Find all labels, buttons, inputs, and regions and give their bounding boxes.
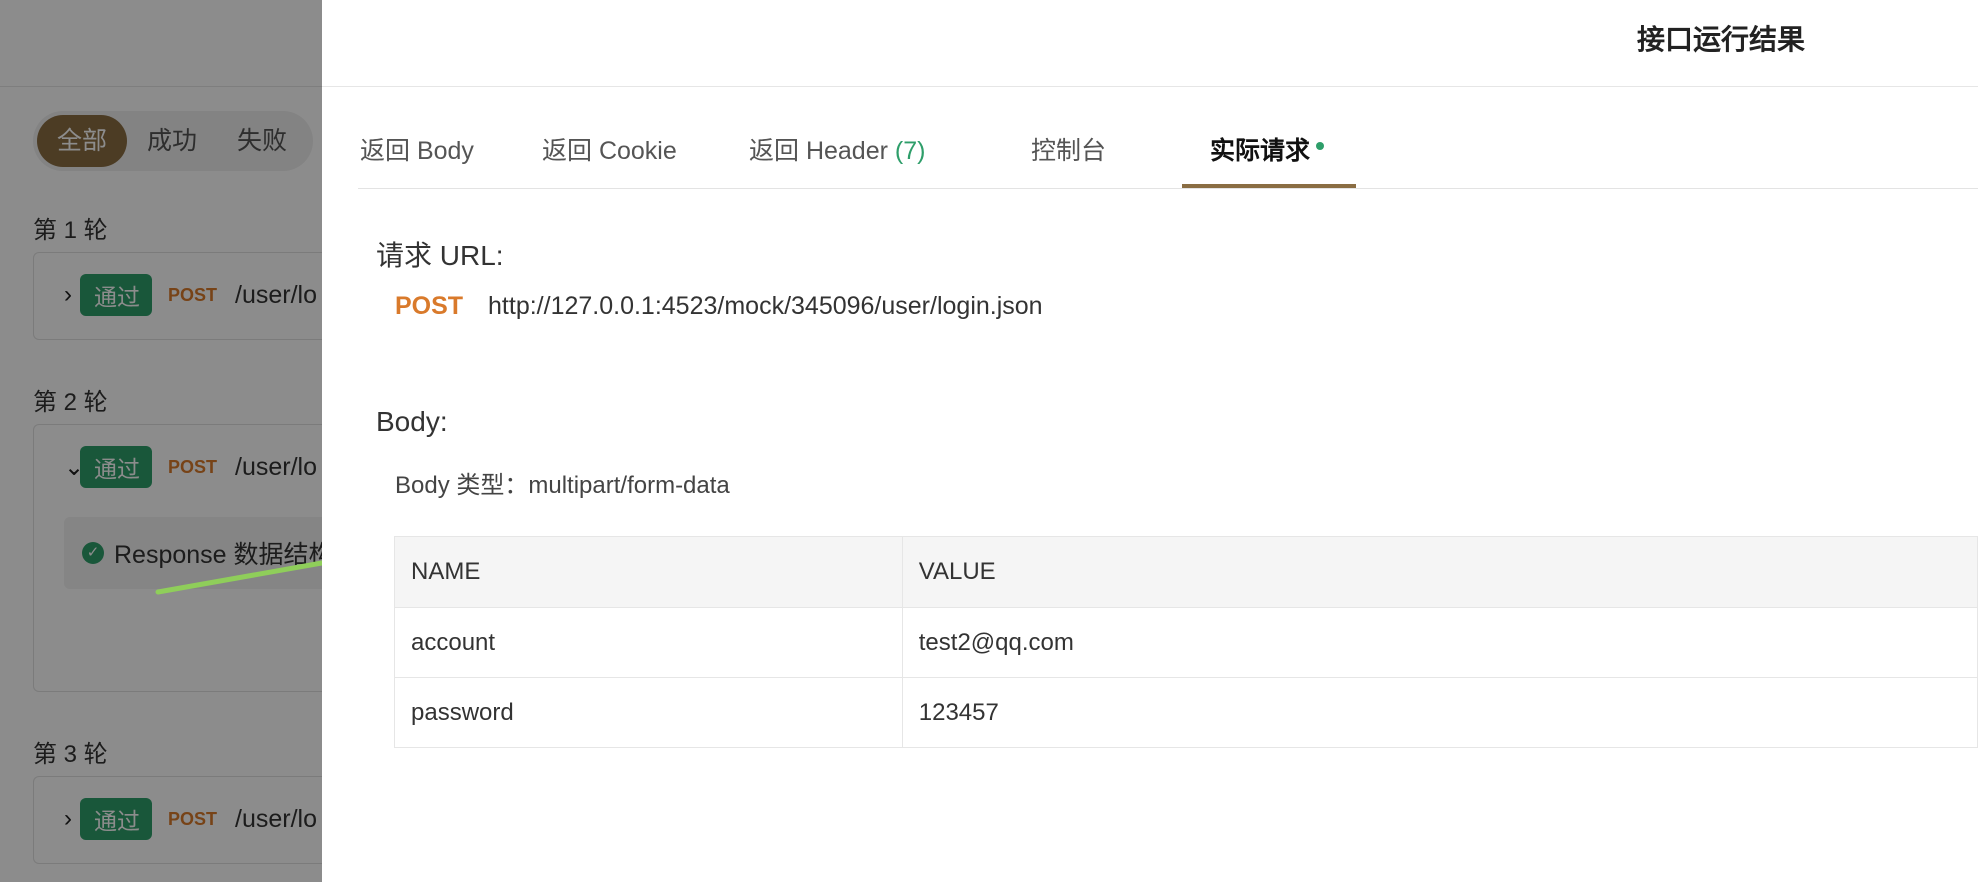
body-type: Body 类型：multipart/form-data (395, 472, 730, 499)
active-tab-indicator (1182, 184, 1356, 188)
drawer-title: 接口运行结果 (1637, 24, 1806, 55)
tab-response-body[interactable]: 返回 Body (360, 120, 474, 188)
param-value: test2@qq.com (901, 607, 1978, 678)
result-tabs: 返回 Body 返回 Cookie 返回 Header (7) 控制台 实际请求 (358, 120, 1978, 189)
param-name: password (394, 677, 903, 748)
param-name: account (394, 607, 903, 678)
table-row: account test2@qq.com (394, 607, 1978, 678)
tab-label: 返回 Header (749, 137, 895, 165)
param-value: 123457 (901, 677, 1978, 748)
tab-response-cookie[interactable]: 返回 Cookie (542, 120, 677, 188)
header-count: (7) (894, 137, 926, 165)
tab-console[interactable]: 控制台 (1031, 120, 1106, 188)
request-url: http://127.0.0.1:4523/mock/345096/user/l… (488, 292, 1043, 320)
drawer-header: 接口运行结果 (322, 0, 1978, 87)
tab-response-header[interactable]: 返回 Header (7) (749, 120, 925, 188)
request-url-label: 请求 URL: (376, 240, 504, 271)
table-header-row: NAME VALUE (394, 536, 1978, 608)
request-line: POST http://127.0.0.1:4523/mock/345096/u… (395, 292, 1043, 321)
tab-label: 实际请求 (1210, 137, 1311, 165)
body-params-table: NAME VALUE account test2@qq.com password… (394, 536, 1978, 748)
dot-indicator-icon (1316, 142, 1325, 150)
column-header-name: NAME (394, 536, 903, 608)
body-label: Body: (376, 406, 448, 437)
run-result-drawer: 接口运行结果 返回 Body 返回 Cookie 返回 Header (7) 控… (322, 0, 1978, 882)
modal-mask[interactable] (0, 0, 322, 882)
table-row: password 123457 (394, 677, 1978, 748)
request-method: POST (395, 292, 464, 320)
column-header-value: VALUE (901, 536, 1978, 608)
tab-actual-request[interactable]: 实际请求 (1210, 120, 1325, 188)
